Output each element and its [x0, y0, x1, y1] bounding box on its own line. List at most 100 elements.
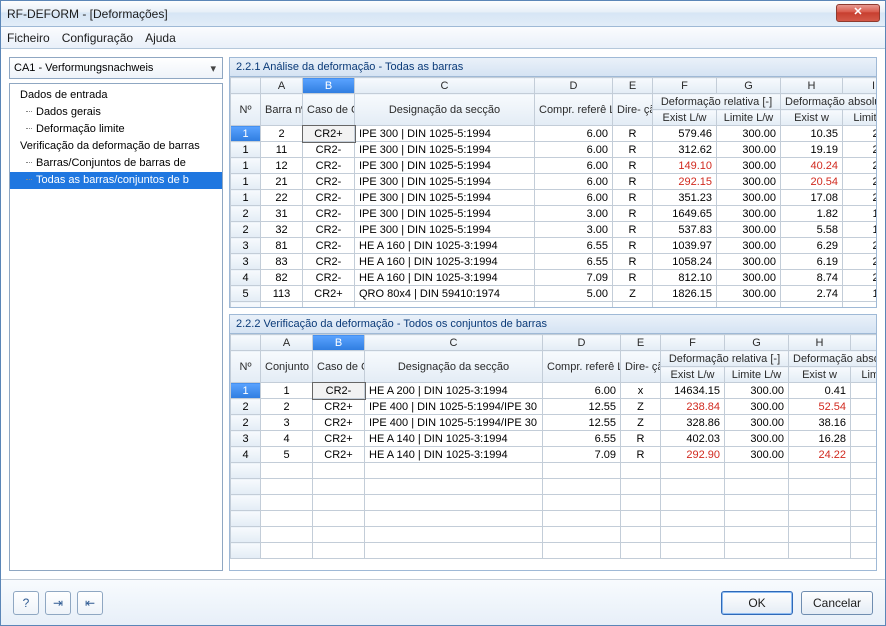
tree-general-data[interactable]: Dados gerais — [10, 104, 222, 121]
table-row[interactable]: 121CR2-IPE 300 | DIN 1025-5:19946.00R292… — [231, 174, 878, 190]
cell[interactable]: R — [621, 431, 661, 447]
cell[interactable]: R — [613, 158, 653, 174]
cell[interactable]: 292.90 — [661, 447, 725, 463]
ok-button[interactable]: OK — [721, 591, 793, 615]
cell[interactable]: IPE 300 | DIN 1025-5:1994 — [355, 174, 535, 190]
cell[interactable]: 20.00 — [843, 126, 878, 142]
nav-tree[interactable]: Dados de entrada Dados gerais Deformação… — [9, 83, 223, 571]
cell[interactable]: R — [613, 254, 653, 270]
cell[interactable]: 3.00 — [535, 206, 613, 222]
cell[interactable]: CR2- — [313, 383, 365, 399]
cell[interactable]: CR2- — [303, 142, 355, 158]
cell[interactable]: CR2- — [303, 222, 355, 238]
cell[interactable]: 2 — [261, 399, 313, 415]
cell[interactable]: CR2- — [303, 270, 355, 286]
row-header[interactable]: 1 — [231, 158, 261, 174]
export-icon-button[interactable]: ⇥ — [45, 591, 71, 615]
cell[interactable]: 81 — [261, 238, 303, 254]
cell[interactable]: 20.00 — [843, 190, 878, 206]
table-row[interactable]: 5113CR2+QRO 80x4 | DIN 59410:19745.00Z18… — [231, 286, 878, 302]
table-row[interactable]: 122CR2-IPE 300 | DIN 1025-5:19946.00R351… — [231, 190, 878, 206]
row-header[interactable]: 1 — [231, 126, 261, 142]
cell[interactable]: 1039.97 — [653, 238, 717, 254]
row-header[interactable]: 2 — [231, 399, 261, 415]
cell[interactable]: QRO 80x4 | DIN 59410:1974 — [355, 286, 535, 302]
cell[interactable]: CR2+ — [303, 286, 355, 302]
cell[interactable]: 5 — [261, 447, 313, 463]
tree-all-members[interactable]: Todas as barras/conjuntos de b — [10, 172, 222, 189]
cell[interactable]: IPE 400 | DIN 1025-5:1994/IPE 30 — [365, 415, 543, 431]
cell[interactable]: 300.00 — [717, 238, 781, 254]
cell[interactable]: CR2+ — [313, 447, 365, 463]
cell[interactable]: IPE 300 | DIN 1025-5:1994 — [355, 222, 535, 238]
cell[interactable]: 300.00 — [717, 142, 781, 158]
table-row[interactable]: 383CR2-HE A 160 | DIN 1025-3:19946.55R10… — [231, 254, 878, 270]
cell[interactable]: 8.74 — [781, 270, 843, 286]
cell[interactable]: 6.00 — [535, 174, 613, 190]
cell[interactable]: 402.03 — [661, 431, 725, 447]
cell[interactable]: 16.28 — [789, 431, 851, 447]
cell[interactable]: HE A 140 | DIN 1025-3:1994 — [365, 447, 543, 463]
tree-members-sets[interactable]: Barras/Conjuntos de barras de — [10, 155, 222, 172]
cell[interactable]: IPE 300 | DIN 1025-5:1994 — [355, 142, 535, 158]
cell[interactable]: 21.82 — [843, 254, 878, 270]
cell[interactable]: HE A 200 | DIN 1025-3:1994 — [365, 383, 543, 399]
cell[interactable]: R — [613, 190, 653, 206]
cell[interactable]: HE A 140 | DIN 1025-3:1994 — [365, 431, 543, 447]
cell[interactable]: 1 — [261, 383, 313, 399]
cell[interactable]: R — [613, 222, 653, 238]
cell[interactable]: 238.84 — [661, 399, 725, 415]
cell[interactable]: 23.65 — [843, 270, 878, 286]
cell[interactable]: HE A 160 | DIN 1025-3:1994 — [355, 238, 535, 254]
cell[interactable]: 19.19 — [781, 142, 843, 158]
cell[interactable]: 2 — [261, 126, 303, 142]
table-row[interactable]: 23CR2+IPE 400 | DIN 1025-5:1994/IPE 3012… — [231, 415, 878, 431]
row-header[interactable]: 1 — [231, 190, 261, 206]
cell[interactable]: IPE 300 | DIN 1025-5:1994 — [355, 190, 535, 206]
cell[interactable]: CR2+ — [313, 399, 365, 415]
cell[interactable]: 12.55 — [543, 415, 621, 431]
cell[interactable]: R — [613, 174, 653, 190]
cell[interactable]: IPE 300 | DIN 1025-5:1994 — [355, 126, 535, 142]
tree-input-data[interactable]: Dados de entrada — [10, 87, 222, 104]
cell[interactable]: 2.74 — [781, 286, 843, 302]
cell[interactable]: IPE 300 | DIN 1025-5:1994 — [355, 158, 535, 174]
cell[interactable]: HE A 160 | DIN 1025-3:1994 — [355, 270, 535, 286]
cell[interactable]: 31 — [261, 206, 303, 222]
cell[interactable]: 38.16 — [789, 415, 851, 431]
cell[interactable]: 52.54 — [789, 399, 851, 415]
cell[interactable]: 20.00 — [843, 174, 878, 190]
cell[interactable]: 6.00 — [543, 383, 621, 399]
cell[interactable]: 32 — [261, 222, 303, 238]
cell[interactable]: CR2- — [303, 254, 355, 270]
table-row[interactable]: 482CR2-HE A 160 | DIN 1025-3:19947.09R81… — [231, 270, 878, 286]
cell[interactable]: 20.00 — [843, 158, 878, 174]
cell[interactable]: 300.00 — [725, 431, 789, 447]
cell[interactable]: 149.10 — [653, 158, 717, 174]
cell[interactable]: 300.00 — [717, 158, 781, 174]
cell[interactable]: 83 — [261, 254, 303, 270]
table-2[interactable]: A B C D E F G H I Nº — [230, 334, 877, 559]
cell[interactable]: 21.82 — [843, 238, 878, 254]
cell[interactable]: 41.83 — [851, 399, 878, 415]
cell[interactable]: Z — [621, 415, 661, 431]
cell[interactable]: R — [613, 126, 653, 142]
menu-config[interactable]: Configuração — [62, 31, 133, 45]
row-header[interactable]: 1 — [231, 142, 261, 158]
cell[interactable]: 10.35 — [781, 126, 843, 142]
cell[interactable]: 6.55 — [543, 431, 621, 447]
cell[interactable]: 300.00 — [717, 254, 781, 270]
cell[interactable]: 12 — [261, 158, 303, 174]
cell[interactable]: 537.83 — [653, 222, 717, 238]
cell[interactable]: 300.00 — [717, 206, 781, 222]
import-icon-button[interactable]: ⇤ — [77, 591, 103, 615]
cell[interactable]: Z — [621, 399, 661, 415]
cell[interactable]: 40.24 — [781, 158, 843, 174]
cell[interactable]: 5.00 — [535, 286, 613, 302]
cell[interactable]: 1826.15 — [653, 286, 717, 302]
titlebar[interactable]: RF-DEFORM - [Deformações] ✕ — [1, 1, 885, 27]
cell[interactable]: CR2+ — [313, 415, 365, 431]
cell[interactable]: 7.09 — [535, 270, 613, 286]
cell[interactable]: 11 — [261, 142, 303, 158]
cell[interactable]: 300.00 — [725, 399, 789, 415]
